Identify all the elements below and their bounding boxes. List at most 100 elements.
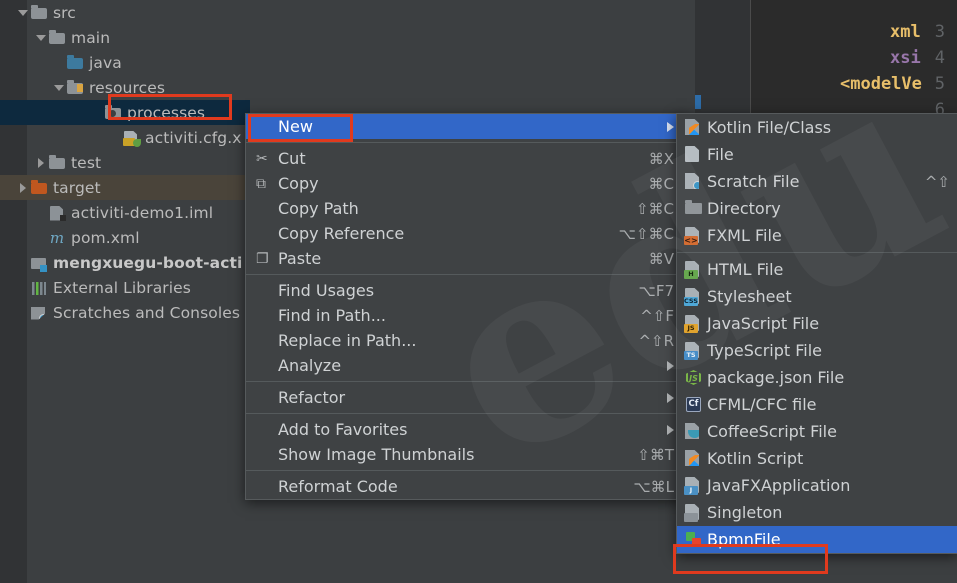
tree-row-label: Scratches and Consoles xyxy=(53,303,241,322)
submenu-item-file[interactable]: File xyxy=(677,141,957,168)
tree-row-main[interactable]: main xyxy=(0,25,250,50)
javafx-icon: J xyxy=(683,476,707,495)
directory-icon xyxy=(683,199,707,218)
submenu-item-label: File xyxy=(707,145,734,164)
code-editor[interactable]: 3 4 5 6 xml xsi <modelVe xyxy=(695,0,957,117)
submenu-item-kotlin-script[interactable]: Kotlin Script xyxy=(677,445,957,472)
submenu-separator xyxy=(677,252,957,253)
menu-item-find-usages[interactable]: Find Usages ⌥F7 xyxy=(246,278,686,303)
fxml-file-icon: <> xyxy=(683,226,707,245)
menu-separator xyxy=(246,274,686,275)
menu-item-copy[interactable]: ⧉ Copy ⌘C xyxy=(246,171,686,196)
menu-item-label: Find in Path... xyxy=(278,306,386,325)
tree-row-target[interactable]: target xyxy=(0,175,250,200)
submenu-item-label: CFML/CFC file xyxy=(707,395,817,414)
submenu-item-stylesheet[interactable]: CSS Stylesheet xyxy=(677,283,957,310)
submenu-item-label: JavaScript File xyxy=(707,314,820,333)
menu-separator xyxy=(246,470,686,471)
tree-row-label: activiti-demo1.iml xyxy=(71,203,214,222)
tree-row-external-libraries[interactable]: External Libraries xyxy=(0,275,250,300)
scissors-icon: ✂ xyxy=(256,150,268,167)
submenu-item-directory[interactable]: Directory xyxy=(677,195,957,222)
submenu-arrow-icon xyxy=(667,392,674,403)
menu-item-refactor[interactable]: Refactor xyxy=(246,385,686,410)
code-text: xsi xyxy=(890,48,921,68)
folder-orange-icon xyxy=(30,179,48,197)
submenu-item-cfml-cfc-file[interactable]: Cf CFML/CFC file xyxy=(677,391,957,418)
submenu-item-shortcut: ^⇧ xyxy=(924,172,950,191)
submenu-item-package-json-file[interactable]: JS package.json File xyxy=(677,364,957,391)
menu-item-find-in-path[interactable]: Find in Path... ^⇧F xyxy=(246,303,686,328)
submenu-item-scratch-file[interactable]: Scratch File ^⇧ xyxy=(677,168,957,195)
menu-item-new[interactable]: New xyxy=(246,114,686,139)
tree-row-label: main xyxy=(71,28,111,47)
editor-caret-marker xyxy=(695,95,701,109)
menu-item-show-image-thumbnails[interactable]: Show Image Thumbnails ⇧⌘T xyxy=(246,442,686,467)
project-tool-window[interactable]: src main java resources processes activiti.cf… xyxy=(0,0,250,583)
new-submenu[interactable]: Kotlin File/Class File Scratch File ^⇧ Direc… xyxy=(676,113,957,554)
submenu-item-label: JavaFXApplication xyxy=(707,476,851,495)
tree-row-test[interactable]: test xyxy=(0,150,250,175)
singleton-icon xyxy=(683,503,707,522)
menu-item-shortcut: ⌥⌘L xyxy=(633,477,674,496)
package-json-icon: JS xyxy=(683,368,707,387)
submenu-item-kotlin-file-class[interactable]: Kotlin File/Class xyxy=(677,114,957,141)
menu-item-cut[interactable]: ✂ Cut ⌘X xyxy=(246,146,686,171)
submenu-item-bpmnfile[interactable]: BpmnFile xyxy=(677,526,957,553)
submenu-item-coffeescript-file[interactable]: CoffeeScript File xyxy=(677,418,957,445)
submenu-item-label: Singleton xyxy=(707,503,783,522)
menu-item-label: New xyxy=(278,117,313,136)
tree-twisty-down[interactable] xyxy=(34,34,48,41)
bpmn-file-icon xyxy=(683,530,707,549)
tree-row-activiti-cfg-x[interactable]: activiti.cfg.x xyxy=(0,125,250,150)
folder-icon xyxy=(48,29,66,47)
menu-item-replace-in-path[interactable]: Replace in Path... ^⇧R xyxy=(246,328,686,353)
menu-item-shortcut: ⇧⌘C xyxy=(635,199,674,218)
menu-item-add-to-favorites[interactable]: Add to Favorites xyxy=(246,417,686,442)
tree-twisty-down[interactable] xyxy=(52,84,66,91)
tree-row-activiti-demo1-iml[interactable]: activiti-demo1.iml xyxy=(0,200,250,225)
menu-item-label: Copy Reference xyxy=(278,224,405,243)
menu-item-analyze[interactable]: Analyze xyxy=(246,353,686,378)
submenu-item-label: Scratch File xyxy=(707,172,800,191)
submenu-item-fxml-file[interactable]: <> FXML File xyxy=(677,222,957,249)
submenu-item-javascript-file[interactable]: JS JavaScript File xyxy=(677,310,957,337)
code-text: xml xyxy=(890,22,921,42)
menu-item-reformat-code[interactable]: Reformat Code ⌥⌘L xyxy=(246,474,686,499)
tree-twisty-down[interactable] xyxy=(16,9,30,16)
tree-twisty-right[interactable] xyxy=(34,157,48,168)
menu-item-shortcut: ⌥F7 xyxy=(638,281,674,300)
tree-row-label: activiti.cfg.x xyxy=(145,128,242,147)
tree-row-scratches-and-consoles[interactable]: Scratches and Consoles xyxy=(0,300,250,325)
tree-row-mengxuegu-boot-acti[interactable]: mengxuegu-boot-acti xyxy=(0,250,250,275)
tree-row-src[interactable]: src xyxy=(0,0,250,25)
code-text: <modelVe xyxy=(840,74,922,94)
folder-icon xyxy=(48,154,66,172)
submenu-item-label: Directory xyxy=(707,199,781,218)
cfml-file-icon: Cf xyxy=(683,395,707,414)
submenu-item-singleton[interactable]: Singleton xyxy=(677,499,957,526)
tree-row-java[interactable]: java xyxy=(0,50,250,75)
context-menu[interactable]: New ✂ Cut ⌘X ⧉ Copy ⌘C Copy Path ⇧⌘C Copy Referen… xyxy=(245,113,687,500)
tree-row-resources[interactable]: resources xyxy=(0,75,250,100)
folder-resources-icon xyxy=(66,79,84,97)
menu-separator xyxy=(246,142,686,143)
maven-m-icon: m xyxy=(49,228,65,247)
menu-item-paste[interactable]: ❐ Paste ⌘V xyxy=(246,246,686,271)
menu-item-copy-path[interactable]: Copy Path ⇧⌘C xyxy=(246,196,686,221)
css-file-icon: CSS xyxy=(683,287,707,306)
tree-row-processes[interactable]: processes xyxy=(0,100,250,125)
menu-item-label: Refactor xyxy=(278,388,346,407)
submenu-item-html-file[interactable]: H HTML File xyxy=(677,256,957,283)
tree-row-label: test xyxy=(71,153,102,172)
file-icon xyxy=(683,145,707,164)
tree-twisty-right[interactable] xyxy=(16,182,30,193)
submenu-item-javafxapplication[interactable]: J JavaFXApplication xyxy=(677,472,957,499)
copy-icon: ⧉ xyxy=(256,175,266,192)
menu-item-label: Reformat Code xyxy=(278,477,398,496)
menu-item-copy-reference[interactable]: Copy Reference ⌥⇧⌘C xyxy=(246,221,686,246)
submenu-item-typescript-file[interactable]: TS TypeScript File xyxy=(677,337,957,364)
menu-item-label: Copy Path xyxy=(278,199,359,218)
xml-file-icon xyxy=(122,129,141,147)
tree-row-pom-xml[interactable]: m pom.xml xyxy=(0,225,250,250)
